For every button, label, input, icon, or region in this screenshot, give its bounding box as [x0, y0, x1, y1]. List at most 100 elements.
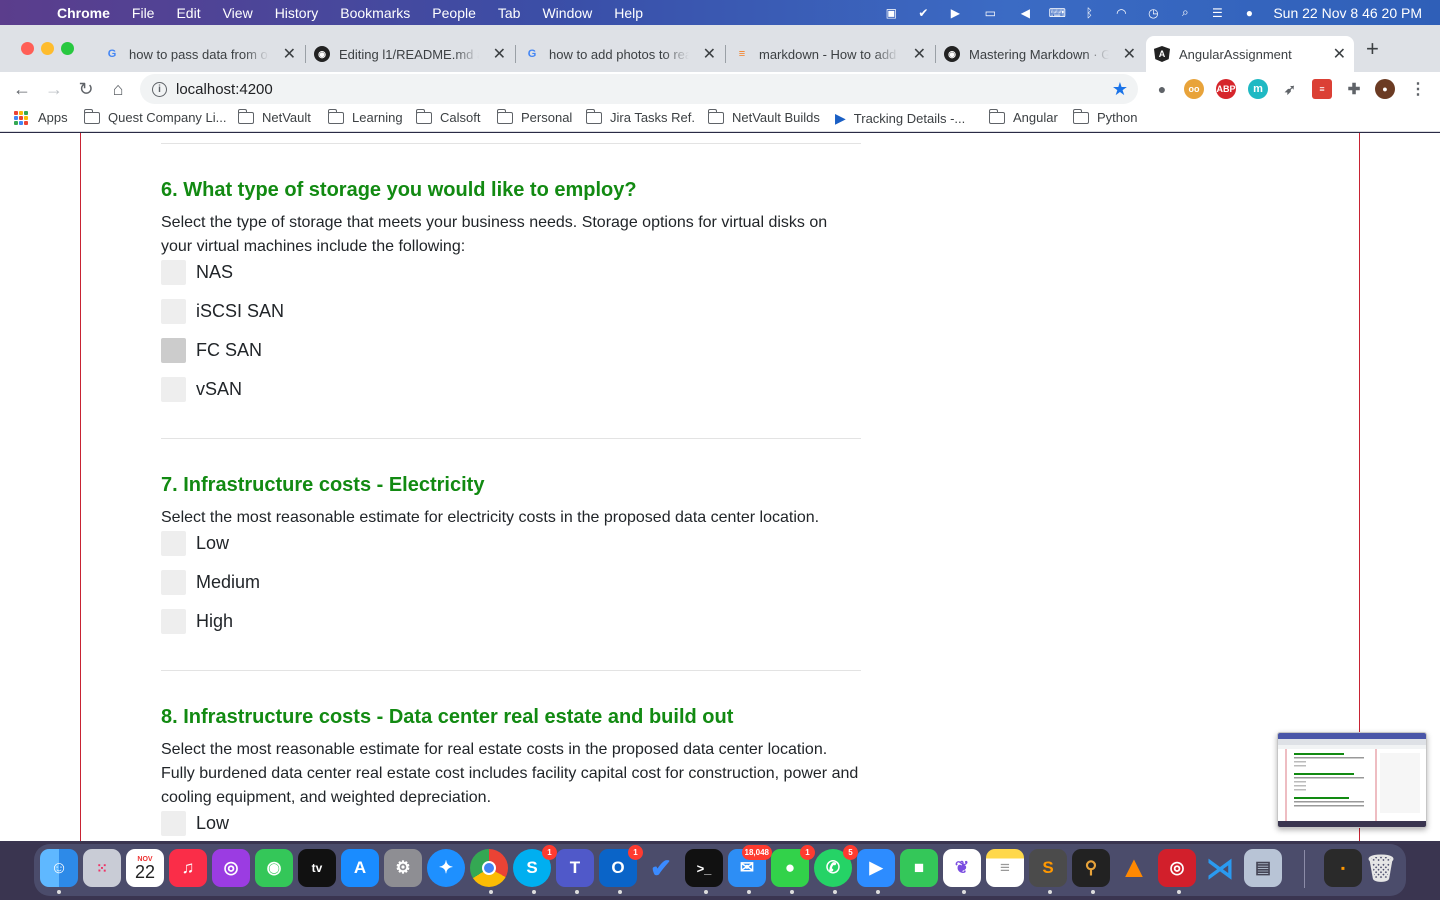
bookmark-folder[interactable]: NetVault	[237, 108, 311, 125]
bookmark-tracking[interactable]: ▶ Tracking Details -...	[835, 110, 965, 127]
miro-icon[interactable]: ❦	[943, 849, 981, 887]
siri-icon[interactable]: ●	[1239, 6, 1259, 20]
podcasts-icon[interactable]: ◎	[212, 849, 250, 887]
extension-bulb-icon[interactable]: ●	[1152, 79, 1172, 99]
browser-tab[interactable]: ≡ markdown - How to add im ✕	[734, 36, 934, 72]
menu-tab[interactable]: Tab	[498, 5, 521, 21]
screenshot-app-icon[interactable]: ◎	[1158, 849, 1196, 887]
trash-icon[interactable]: 🗑	[1362, 849, 1400, 887]
music-icon[interactable]: ♫	[169, 849, 207, 887]
browser-tab[interactable]: ◉ Mastering Markdown · Git ✕	[944, 36, 1144, 72]
spotlight-search-icon[interactable]: ⌕	[1175, 5, 1195, 20]
bookmark-folder[interactable]: Personal	[496, 108, 572, 125]
bookmark-folder[interactable]: Angular	[988, 108, 1058, 125]
extension-m-icon[interactable]: m	[1248, 79, 1268, 99]
menu-window[interactable]: Window	[542, 5, 592, 21]
bookmark-folder[interactable]: Calsoft	[415, 108, 480, 125]
bookmark-folder[interactable]: Learning	[327, 108, 403, 125]
chrome-icon[interactable]	[470, 849, 508, 887]
maps-app-icon[interactable]: ⚲	[1072, 849, 1110, 887]
outlook-icon[interactable]: O1	[599, 845, 643, 887]
apple-tv-icon[interactable]: tv	[298, 849, 336, 887]
menu-help[interactable]: Help	[614, 5, 643, 21]
checkbox[interactable]	[161, 337, 186, 363]
option-medium[interactable]: Medium	[161, 569, 260, 595]
safari-icon[interactable]: ✦	[427, 849, 465, 887]
time-machine-icon[interactable]: ◷	[1143, 6, 1163, 20]
minimize-window-button[interactable]	[41, 42, 54, 55]
back-arrow-icon[interactable]: ←	[9, 76, 35, 102]
terminal-icon[interactable]: >_	[685, 849, 723, 887]
todoist-extension-icon[interactable]: ≡	[1312, 79, 1332, 99]
find-my-icon[interactable]: ◉	[255, 849, 293, 887]
bookmark-folder[interactable]: NetVault Builds	[707, 108, 820, 125]
control-center-icon[interactable]: ☰	[1207, 6, 1227, 20]
menu-file[interactable]: File	[132, 5, 155, 21]
system-preferences-icon[interactable]: ⚙	[384, 849, 422, 887]
preview-icon[interactable]: ▤	[1244, 849, 1282, 887]
sublime-minimized-icon[interactable]: ▪	[1324, 849, 1362, 887]
bookmark-folder[interactable]: Quest Company Li...	[83, 108, 227, 125]
checkbox[interactable]	[161, 608, 186, 634]
calendar-icon[interactable]: NOV 22	[126, 849, 164, 887]
close-tab-icon[interactable]: ✕	[1333, 44, 1346, 64]
notes-icon[interactable]: ≡	[986, 849, 1024, 887]
menu-edit[interactable]: Edit	[176, 5, 200, 21]
option-fc-san[interactable]: FC SAN	[161, 337, 262, 363]
screenshot-thumbnail[interactable]	[1277, 732, 1427, 828]
wifi-icon[interactable]: ◠	[1111, 6, 1131, 20]
finder-icon[interactable]: ☺	[40, 849, 78, 887]
bookmark-folder[interactable]: Jira Tasks Ref.	[585, 108, 695, 125]
checkmark-status-icon[interactable]: ✔	[913, 6, 933, 20]
close-tab-icon[interactable]: ✕	[703, 44, 716, 64]
close-tab-icon[interactable]: ✕	[1123, 44, 1136, 64]
app-store-icon[interactable]: A	[341, 849, 379, 887]
option-vsan[interactable]: vSAN	[161, 376, 242, 402]
checkbox[interactable]	[161, 530, 186, 556]
keyboard-icon[interactable]: ⌨	[1047, 6, 1067, 20]
facetime-status-icon[interactable]: ▣	[881, 6, 901, 20]
reload-icon[interactable]: ↻	[73, 76, 99, 102]
browser-tab[interactable]: ◉ Editing l1/README.md at ✕	[314, 36, 514, 72]
chrome-menu-icon[interactable]: ⋮	[1408, 79, 1428, 99]
browser-tab[interactable]: G how to add photos to read ✕	[524, 36, 724, 72]
option-high[interactable]: High	[161, 608, 233, 634]
launchpad-icon[interactable]: ⁙	[83, 849, 121, 887]
option-low[interactable]: Low	[161, 530, 229, 556]
todo-icon[interactable]: ✔	[642, 849, 680, 887]
sublime-text-icon[interactable]: S	[1029, 849, 1067, 887]
checkbox[interactable]	[161, 259, 186, 285]
volume-icon[interactable]: ◀	[1015, 6, 1035, 20]
whatsapp-icon[interactable]: ✆ 5	[814, 845, 858, 887]
messages-icon[interactable]: ● 1	[771, 845, 815, 887]
menu-history[interactable]: History	[275, 5, 319, 21]
profile-avatar[interactable]: ●	[1375, 79, 1395, 99]
option-iscsi-san[interactable]: iSCSI SAN	[161, 298, 284, 324]
checkbox[interactable]	[161, 298, 186, 324]
menu-people[interactable]: People	[432, 5, 476, 21]
browser-tab[interactable]: G how to pass data from one ✕	[104, 36, 304, 72]
mail-icon[interactable]: ✉ 18,048	[728, 845, 772, 887]
vscode-icon[interactable]: ⋊	[1201, 849, 1239, 887]
bluetooth-icon[interactable]: ᛒ	[1079, 6, 1099, 20]
adblock-plus-icon[interactable]: ABP	[1216, 79, 1236, 99]
battery-icon[interactable]: ▭	[977, 6, 1003, 20]
menu-clock[interactable]: Sun 22 Nov 8 46 20 PM	[1273, 5, 1422, 21]
bookmark-star-icon[interactable]: ★	[1112, 79, 1128, 100]
home-icon[interactable]: ⌂	[105, 76, 131, 102]
menu-app-name[interactable]: Chrome	[57, 5, 110, 21]
checkbox[interactable]	[161, 376, 186, 402]
option-nas[interactable]: NAS	[161, 259, 233, 285]
bookmark-apps[interactable]: Apps	[14, 110, 68, 125]
menu-view[interactable]: View	[223, 5, 253, 21]
option-low[interactable]: Low	[161, 810, 229, 836]
forward-arrow-icon[interactable]: →	[41, 76, 67, 102]
menu-bookmarks[interactable]: Bookmarks	[340, 5, 410, 21]
zoom-window-button[interactable]	[61, 42, 74, 55]
zoom-icon[interactable]: ▶	[857, 849, 895, 887]
facetime-icon[interactable]: ■	[900, 849, 938, 887]
checkbox[interactable]	[161, 810, 186, 836]
new-tab-icon[interactable]: +	[1366, 36, 1379, 62]
extension-feather-icon[interactable]: ➶	[1280, 79, 1300, 99]
play-status-icon[interactable]: ▶	[945, 6, 965, 20]
